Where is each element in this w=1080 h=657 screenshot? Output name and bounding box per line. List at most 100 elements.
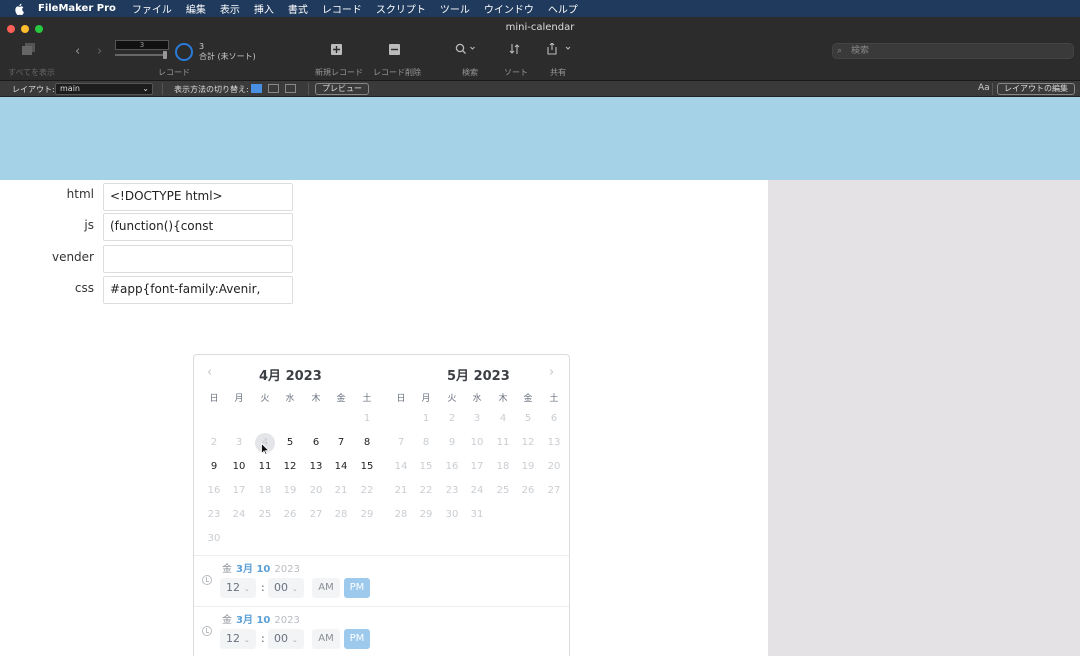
js-field[interactable]: (function(){const	[103, 213, 293, 241]
menu-edit[interactable]: 編集	[186, 1, 206, 16]
calendar-day[interactable]: 11	[253, 457, 277, 477]
delete-record-icon[interactable]	[389, 44, 400, 58]
calendar-day[interactable]: 2	[202, 433, 226, 453]
menu-app-name[interactable]: FileMaker Pro	[38, 3, 116, 14]
calendar-day[interactable]: 24	[465, 481, 489, 501]
calendar-day[interactable]: 6	[542, 409, 566, 429]
pm-button[interactable]: PM	[344, 578, 370, 598]
calendar-day[interactable]: 26	[516, 481, 540, 501]
share-icon[interactable]	[547, 42, 571, 58]
menu-file[interactable]: ファイル	[132, 1, 172, 16]
show-all-icon[interactable]	[22, 43, 36, 58]
calendar-day[interactable]: 4	[491, 409, 515, 429]
calendar-day[interactable]: 3	[465, 409, 489, 429]
calendar-day[interactable]: 10	[227, 457, 251, 477]
calendar-day[interactable]: 5	[278, 433, 302, 453]
sort-icon[interactable]	[509, 43, 520, 58]
calendar-day[interactable]: 15	[355, 457, 379, 477]
calendar-day[interactable]: 10	[465, 433, 489, 453]
calendar-day[interactable]: 23	[440, 481, 464, 501]
hour-select[interactable]: 12 ⌄	[220, 629, 256, 649]
calendar-day[interactable]: 11	[491, 433, 515, 453]
calendar-day[interactable]: 3	[227, 433, 251, 453]
calendar-day[interactable]: 13	[304, 457, 328, 477]
sort-label[interactable]: ソート	[504, 67, 528, 78]
calendar-day[interactable]: 23	[202, 505, 226, 525]
calendar-day[interactable]: 8	[414, 433, 438, 453]
preview-button[interactable]: プレビュー	[315, 83, 369, 95]
calendar-day[interactable]: 8	[355, 433, 379, 453]
calendar-day[interactable]: 30	[202, 529, 226, 549]
menu-tools[interactable]: ツール	[440, 1, 470, 16]
calendar-day[interactable]: 16	[202, 481, 226, 501]
minute-select[interactable]: 00 ⌄	[268, 629, 304, 649]
share-label[interactable]: 共有	[550, 67, 566, 78]
calendar-day[interactable]: 20	[304, 481, 328, 501]
list-view-icon[interactable]	[268, 84, 279, 93]
form-view-icon[interactable]	[251, 84, 262, 93]
apple-icon[interactable]	[12, 3, 26, 15]
next-record-icon[interactable]: ›	[97, 44, 102, 59]
quick-find-input[interactable]: ⌕ 検索	[832, 43, 1074, 59]
menu-records[interactable]: レコード	[322, 1, 362, 16]
find-label[interactable]: 検索	[462, 67, 478, 78]
am-button[interactable]: AM	[312, 629, 340, 649]
menu-help[interactable]: ヘルプ	[548, 1, 578, 16]
calendar-day[interactable]: 24	[227, 505, 251, 525]
calendar-day[interactable]: 28	[329, 505, 353, 525]
calendar-day[interactable]: 20	[542, 457, 566, 477]
calendar-day[interactable]: 12	[516, 433, 540, 453]
calendar-day[interactable]: 27	[304, 505, 328, 525]
calendar-day[interactable]: 13	[542, 433, 566, 453]
calendar-day[interactable]: 29	[355, 505, 379, 525]
am-button[interactable]: AM	[312, 578, 340, 598]
calendar-day[interactable]: 1	[414, 409, 438, 429]
layout-select[interactable]: main ⌄	[55, 83, 153, 95]
calendar-day[interactable]: 1	[355, 409, 379, 429]
calendar-day[interactable]: 19	[278, 481, 302, 501]
calendar-day[interactable]: 26	[278, 505, 302, 525]
menu-window[interactable]: ウインドウ	[484, 1, 534, 16]
calendar-day[interactable]: 17	[227, 481, 251, 501]
calendar-day[interactable]: 15	[414, 457, 438, 477]
previous-month-icon[interactable]: ‹	[207, 365, 212, 380]
calendar-day[interactable]: 25	[253, 505, 277, 525]
delete-record-label[interactable]: レコード削除	[373, 67, 421, 78]
calendar-day[interactable]: 14	[329, 457, 353, 477]
table-view-icon[interactable]	[285, 84, 296, 93]
menu-insert[interactable]: 挿入	[254, 1, 274, 16]
calendar-day[interactable]: 6	[304, 433, 328, 453]
calendar-day[interactable]: 17	[465, 457, 489, 477]
calendar-day[interactable]: 28	[389, 505, 413, 525]
calendar-day[interactable]: 5	[516, 409, 540, 429]
calendar-day[interactable]: 27	[542, 481, 566, 501]
edit-layout-button[interactable]: レイアウトの編集	[997, 83, 1075, 95]
calendar-day[interactable]: 19	[516, 457, 540, 477]
calendar-day[interactable]: 9	[440, 433, 464, 453]
css-field[interactable]: #app{font-family:Avenir,	[103, 276, 293, 304]
calendar-day[interactable]: 31	[465, 505, 489, 525]
minute-select[interactable]: 00 ⌄	[268, 578, 304, 598]
html-field[interactable]: <!DOCTYPE html>	[103, 183, 293, 211]
current-record-field[interactable]: 3	[115, 40, 169, 50]
menu-format[interactable]: 書式	[288, 1, 308, 16]
menu-view[interactable]: 表示	[220, 1, 240, 16]
show-all-label[interactable]: すべてを表示	[8, 67, 55, 78]
calendar-day[interactable]: 12	[278, 457, 302, 477]
record-slider[interactable]: 3	[115, 40, 169, 59]
calendar-day[interactable]: 2	[440, 409, 464, 429]
calendar-day[interactable]: 9	[202, 457, 226, 477]
calendar-day[interactable]: 18	[253, 481, 277, 501]
hour-select[interactable]: 12 ⌄	[220, 578, 256, 598]
new-record-icon[interactable]	[331, 44, 342, 58]
calendar-day[interactable]: 14	[389, 457, 413, 477]
find-icon[interactable]	[455, 43, 475, 58]
calendar-day[interactable]: 30	[440, 505, 464, 525]
calendar-day[interactable]: 18	[491, 457, 515, 477]
calendar-day[interactable]: 21	[329, 481, 353, 501]
vender-field[interactable]	[103, 245, 293, 273]
previous-record-icon[interactable]: ‹	[75, 44, 80, 59]
next-month-icon[interactable]: ›	[549, 365, 554, 380]
calendar-day[interactable]: 21	[389, 481, 413, 501]
calendar-day[interactable]: 16	[440, 457, 464, 477]
